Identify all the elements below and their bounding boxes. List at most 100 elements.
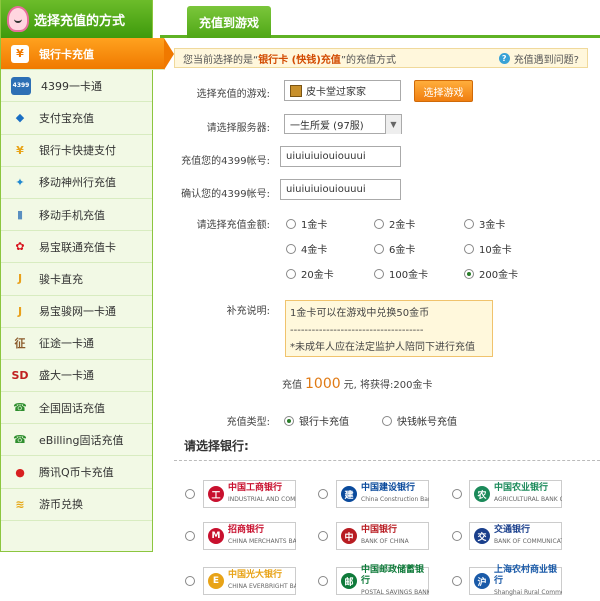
type-option-bank-card[interactable]: 银行卡充值 [284,413,349,428]
amount-option[interactable]: 20金卡 [286,266,334,281]
server-select[interactable]: 一生所爱 (97服) ▼ [284,114,402,134]
amount-option[interactable]: 4金卡 [286,241,327,256]
radio-button[interactable] [284,415,294,426]
bank-option[interactable]: 交交通银行 BANK OF COMMUNICATIONS [469,522,562,550]
game-field[interactable]: 皮卡堂过家家 [284,80,401,101]
amount-option-label: 2金卡 [389,220,416,231]
account-input[interactable]: uiuiuiuiouiouuui [280,146,401,167]
amount-option[interactable]: 100金卡 [374,266,428,281]
bank-option[interactable]: 农中国农业银行 AGRICULTURAL BANK OF CHINA [469,480,562,508]
sidebar-item[interactable]: J 骏卡直充 [1,263,152,296]
radio-button[interactable] [374,243,384,254]
amount-option[interactable]: 3金卡 [464,216,505,231]
cmb-logo-icon: M [208,528,224,544]
bank-name-block: 中国银行 BANK OF CHINA [361,525,409,547]
bank-radio-button[interactable] [318,489,328,499]
help-link-label: 充值遇到问题? [513,54,579,66]
amount-option[interactable]: 10金卡 [464,241,512,256]
sidebar-item-label: 易宝联通充值卡 [39,240,116,254]
radio-button[interactable] [286,243,296,254]
bank-radio-button[interactable] [185,531,195,541]
sidebar-item[interactable]: ≋ 游币兑换 [1,489,152,521]
radio-button[interactable] [374,218,384,229]
bank-option[interactable]: 建中国建设银行 China Construction Bank [336,480,429,508]
bank-name-block: 上海农村商业银行 Shanghai Rural Commercial Bank [494,565,562,598]
bank-radio-button[interactable] [452,489,462,499]
sidebar-item[interactable]: 4399 4399一卡通 [1,70,152,103]
sidebar-item[interactable]: ☎ eBilling固话充值 [1,424,152,457]
amount-option-label: 100金卡 [389,270,429,281]
sidebar-item[interactable]: ▮ 移动手机充值 [1,199,152,232]
radio-button[interactable] [286,268,296,279]
extra-note-label: 补充说明: [226,306,270,317]
card-icon: 4399 [11,76,31,95]
sidebar-item-label: 骏卡直充 [39,272,83,286]
j-icon: J [17,272,23,286]
bank-option[interactable]: 工中国工商银行 INDUSTRIAL AND COMMERCIAL BANK OF… [203,480,296,508]
server-label: 请选择服务器: [206,123,270,134]
notice-method: 银行卡 (快钱)充值 [258,54,341,66]
sidebar-item[interactable]: ✿ 易宝联通充值卡 [1,231,152,264]
select-game-button[interactable]: 选择游戏 [414,80,473,102]
extra-note-line: 1金卡可以在游戏中兑换50金币 [290,308,430,319]
bank-section-title: 请选择银行: [184,439,249,453]
sidebar-item[interactable]: ☎ 全国固话充值 [1,392,152,425]
bank-name: 中国建设银行 [361,483,416,493]
sidebar-item[interactable]: ¥ 银行卡充值 [1,38,174,71]
amount-option[interactable]: 1金卡 [286,216,327,231]
bank-english-name: CHINA EVERBRIGHT BANK [228,583,296,590]
extra-note-line: ------------------------------------- [290,325,424,336]
bocom-logo-icon: 交 [474,528,490,544]
bank-radio-button[interactable] [318,531,328,541]
bank-name-block: 交通银行 BANK OF COMMUNICATIONS [494,525,562,547]
bank-name-block: 中国农业银行 AGRICULTURAL BANK OF CHINA [494,483,562,505]
amount-option[interactable]: 200金卡 [464,266,518,281]
radio-button[interactable] [382,415,392,426]
game-value: 皮卡堂过家家 [306,87,366,98]
tab-recharge-to-game[interactable]: 充值到游戏 [187,6,271,38]
chevron-down-icon[interactable]: ▼ [385,115,401,134]
sidebar-item[interactable]: ¥ 银行卡快捷支付 [1,135,152,167]
bank-english-name: China Construction Bank [361,496,429,503]
psbc-logo-icon: 邮 [341,573,357,589]
bank-english-name: BANK OF COMMUNICATIONS [494,538,562,545]
type-option-kuaiqian[interactable]: 快钱帐号充值 [382,413,457,428]
bank-radio-button[interactable] [185,489,195,499]
amount-option[interactable]: 6金卡 [374,241,415,256]
sidebar-item[interactable]: ● 腾讯Q币卡充值 [1,456,152,489]
sidebar-item[interactable]: ◆ 支付宝充值 [1,102,152,135]
sidebar-item-label: 盛大一卡通 [39,369,94,383]
sidebar-item[interactable]: 征征途一卡通 [1,328,152,360]
radio-button[interactable] [464,268,474,279]
bank-option[interactable]: 中中国银行 BANK OF CHINA [336,522,429,550]
sidebar-item-label: 移动神州行充值 [39,176,116,190]
icbc-logo-icon: 工 [208,486,224,502]
bank-radio-button[interactable] [318,576,328,586]
sidebar-item[interactable]: ✦ 移动神州行充值 [1,167,152,199]
sidebar-item[interactable]: J 易宝骏网一卡通 [1,296,152,328]
mobile-brand-icon: ✦ [15,175,25,189]
bank-radio-button[interactable] [452,531,462,541]
help-link[interactable]: ? 充值遇到问题? [498,51,579,66]
telephone-icon: ☎ [13,401,27,415]
bank-radio-button[interactable] [452,576,462,586]
radio-button[interactable] [374,268,384,279]
confirm-account-input[interactable]: uiuiuiuiouiouuui [280,179,401,200]
bank-name-block: 中国工商银行 INDUSTRIAL AND COMMERCIAL BANK OF … [228,483,296,505]
radio-button[interactable] [464,218,474,229]
radio-button[interactable] [286,218,296,229]
bank-option[interactable]: E 中国光大银行 CHINA EVERBRIGHT BANK [203,567,296,595]
amount-option[interactable]: 2金卡 [374,216,415,231]
sidebar-item[interactable]: SD 盛大一卡通 [1,360,152,393]
sidebar-item-label: 4399一卡通 [41,79,102,93]
radio-button[interactable] [464,243,474,254]
bank-option[interactable]: M 招商银行 CHINA MERCHANTS BANK [203,522,296,550]
notice-suffix: ”的充值方式 [340,54,396,66]
amount-option-label: 20金卡 [301,270,334,281]
bank-radio-button[interactable] [185,576,195,586]
boc-logo-icon: 中 [341,528,357,544]
bank-option[interactable]: 沪上海农村商业银行 Shanghai Rural Commercial Bank [469,565,562,598]
bank-english-name: BANK OF CHINA [361,538,409,545]
phone-icon: ▮ [16,208,24,222]
bank-option[interactable]: 邮中国邮政储蓄银行 POSTAL SAVINGS BANK OF CHINA [336,565,429,596]
